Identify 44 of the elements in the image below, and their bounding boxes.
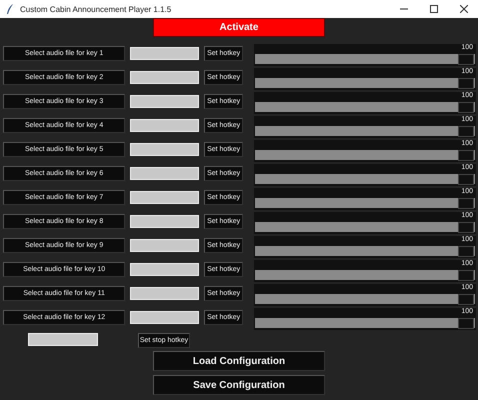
- hotkey-field[interactable]: [130, 167, 200, 180]
- close-icon[interactable]: [460, 5, 468, 13]
- slider-handle[interactable]: [458, 102, 474, 113]
- slider-handle[interactable]: [458, 246, 474, 257]
- volume-slider[interactable]: [255, 126, 475, 136]
- volume-slider[interactable]: [255, 102, 475, 112]
- volume-slider[interactable]: [255, 246, 475, 256]
- volume-slider[interactable]: [255, 150, 475, 160]
- hotkey-field[interactable]: [130, 71, 200, 84]
- slider-handle[interactable]: [458, 198, 474, 209]
- volume-slider[interactable]: [255, 54, 475, 64]
- volume-slider[interactable]: [255, 294, 475, 304]
- hotkey-field[interactable]: [130, 143, 200, 156]
- window-title: Custom Cabin Announcement Player 1.1.5: [20, 4, 172, 14]
- hotkey-field[interactable]: [130, 95, 200, 108]
- slider-handle[interactable]: [458, 294, 474, 305]
- volume-slider[interactable]: [255, 198, 475, 208]
- slider-handle[interactable]: [458, 150, 474, 161]
- hotkey-field[interactable]: [130, 287, 200, 300]
- slider-handle[interactable]: [458, 126, 474, 137]
- slider-handle[interactable]: [458, 270, 474, 281]
- volume-slider[interactable]: [255, 222, 475, 232]
- hotkey-field[interactable]: [130, 119, 200, 132]
- maximize-icon[interactable]: [430, 5, 438, 13]
- slider-handle[interactable]: [458, 54, 474, 65]
- stop-hotkey-field[interactable]: [28, 333, 98, 346]
- slider-handle[interactable]: [458, 318, 474, 329]
- hotkey-field[interactable]: [130, 311, 200, 324]
- hotkey-field[interactable]: [130, 215, 200, 228]
- hotkey-field[interactable]: [130, 239, 200, 252]
- volume-slider[interactable]: [255, 174, 475, 184]
- hotkey-field[interactable]: [130, 47, 200, 60]
- volume-slider[interactable]: [255, 270, 475, 280]
- slider-handle[interactable]: [458, 174, 474, 185]
- slider-handle[interactable]: [458, 222, 474, 233]
- activate-button[interactable]: Activate: [153, 18, 325, 37]
- volume-slider[interactable]: [255, 78, 475, 88]
- save-configuration-button[interactable]: Save Configuration: [153, 375, 325, 395]
- hotkey-field[interactable]: [130, 191, 200, 204]
- feather-icon: [6, 4, 14, 14]
- load-configuration-button[interactable]: Load Configuration: [153, 351, 325, 371]
- slider-handle[interactable]: [458, 78, 474, 89]
- volume-slider[interactable]: [255, 318, 475, 328]
- hotkey-field[interactable]: [130, 263, 200, 276]
